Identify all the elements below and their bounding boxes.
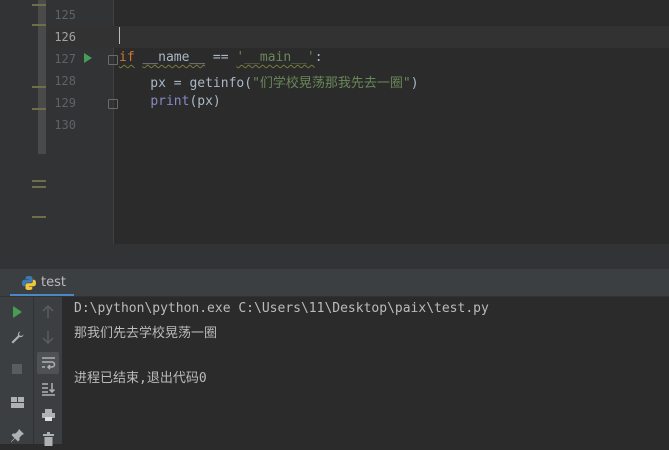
stop-button[interactable]: [6, 358, 28, 380]
line-number: 130: [54, 118, 76, 132]
run-tool-header: test: [0, 269, 669, 297]
printer-icon: [41, 409, 55, 421]
code-text: (px): [189, 94, 221, 109]
line-number: 125: [54, 8, 76, 22]
tool-window-separator[interactable]: [0, 244, 669, 270]
marker-stripe: [32, 180, 46, 182]
scroll-up-button[interactable]: [37, 301, 59, 323]
string-literal: "们学校晃荡那我先去一圈": [252, 76, 411, 91]
tab-test[interactable]: test: [12, 269, 74, 296]
line-number: 128: [54, 74, 76, 88]
console-line: D:\python\python.exe C:\Users\11\Desktop…: [74, 301, 489, 316]
print-button[interactable]: [37, 404, 59, 426]
keyword: if: [119, 50, 135, 65]
run-gutter-icon[interactable]: [84, 53, 92, 63]
arrow-down-icon: [42, 331, 54, 344]
play-icon: [13, 306, 22, 318]
soft-wrap-icon: [41, 357, 55, 370]
clear-console-button[interactable]: [37, 428, 59, 450]
fold-icon[interactable]: [108, 55, 118, 65]
console-line: 那我们先去学校晃荡一圈: [74, 326, 218, 341]
console-line: 进程已结束,退出代码0: [74, 371, 207, 386]
arrow-up-icon: [42, 305, 54, 318]
stop-icon: [12, 364, 22, 374]
wrench-icon: [11, 331, 23, 343]
operator: ==: [205, 50, 237, 65]
identifier: __name__: [142, 50, 206, 65]
tab-label: test: [41, 275, 66, 290]
marker-stripe: [32, 186, 46, 188]
marker-stripe: [32, 4, 46, 6]
line-number: 126: [54, 30, 76, 44]
code-line-128: px = getinfo("们学校晃荡那我先去一圈"): [119, 72, 419, 91]
run-toolbar: [0, 297, 33, 444]
settings-button[interactable]: [6, 326, 28, 348]
scroll-to-end-icon: [41, 383, 55, 396]
fold-end-icon[interactable]: [108, 99, 118, 109]
text-caret: [119, 27, 120, 44]
marker-stripe: [32, 24, 46, 26]
scroll-to-end-button[interactable]: [37, 378, 59, 400]
line-number: 127: [54, 52, 76, 66]
rerun-button[interactable]: [6, 301, 28, 323]
layout-button[interactable]: [6, 391, 28, 413]
scroll-down-button[interactable]: [37, 326, 59, 348]
soft-wrap-button[interactable]: [37, 352, 59, 374]
python-icon: [22, 276, 36, 290]
layout-icon: [10, 396, 24, 408]
console-output[interactable]: D:\python\python.exe C:\Users\11\Desktop…: [62, 297, 669, 444]
code-text: px = getinfo(: [119, 76, 253, 91]
code-line-127: if __name__ == '__main__':: [119, 50, 323, 65]
code-text: ): [410, 76, 419, 91]
marker-stripe: [32, 86, 46, 88]
current-line-highlight: [48, 26, 669, 48]
pin-icon: [10, 428, 24, 442]
left-scroll-strip: [0, 0, 48, 244]
code-line-129: print(px): [119, 94, 221, 109]
line-number: 129: [54, 96, 76, 110]
code-editor[interactable]: 125 126 127 128 129 130 if __name__ == '…: [0, 0, 669, 244]
active-tab-indicator: [10, 294, 74, 296]
console-toolbar: [33, 297, 62, 446]
pin-button[interactable]: [6, 424, 28, 446]
string-literal: '__main__': [236, 50, 315, 65]
colon: :: [314, 50, 323, 65]
marker-stripe: [32, 108, 46, 110]
marker-stripe: [32, 216, 46, 218]
builtin-function: print: [150, 94, 190, 109]
